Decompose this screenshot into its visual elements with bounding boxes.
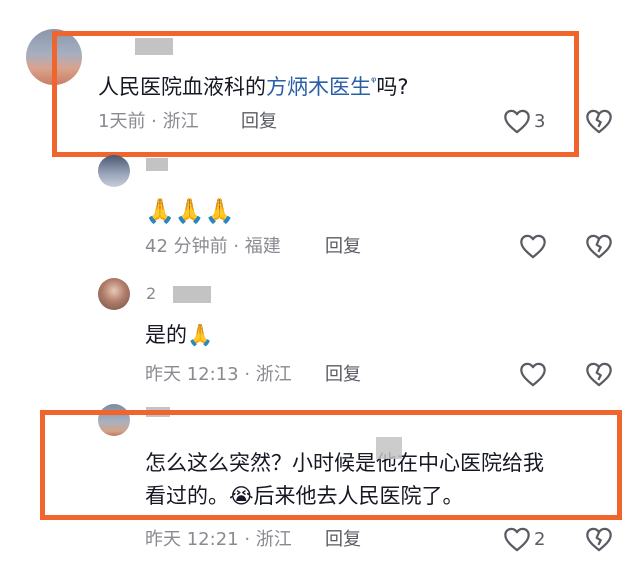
- heart-outline-icon[interactable]: [519, 361, 547, 387]
- username-redacted: [173, 286, 211, 303]
- comment-meta: 42 分钟前 · 福建: [145, 236, 281, 257]
- reply-button[interactable]: 回复: [325, 363, 361, 387]
- comment-text: 是的🙏: [145, 323, 214, 347]
- like-count: 2: [534, 529, 546, 550]
- emoji-reply: 🙏🙏🙏: [145, 197, 235, 225]
- comment-meta: 昨天 12:13 · 浙江: [145, 364, 292, 385]
- avatar[interactable]: [98, 155, 130, 187]
- broken-heart-icon[interactable]: [585, 108, 613, 134]
- broken-heart-icon[interactable]: [585, 233, 613, 259]
- username-fragment: 2: [146, 284, 157, 303]
- comment-meta: 昨天 12:21 · 浙江: [145, 529, 292, 550]
- avatar[interactable]: [98, 278, 130, 310]
- reply-button[interactable]: 回复: [325, 528, 361, 552]
- reply-button[interactable]: 回复: [325, 235, 361, 259]
- broken-heart-icon[interactable]: [585, 361, 613, 387]
- highlight-box: [52, 31, 579, 157]
- username-redacted: [146, 158, 168, 171]
- broken-heart-icon[interactable]: [585, 526, 613, 552]
- highlight-box: [40, 410, 622, 520]
- heart-outline-icon[interactable]: [503, 526, 531, 552]
- heart-outline-icon[interactable]: [519, 233, 547, 259]
